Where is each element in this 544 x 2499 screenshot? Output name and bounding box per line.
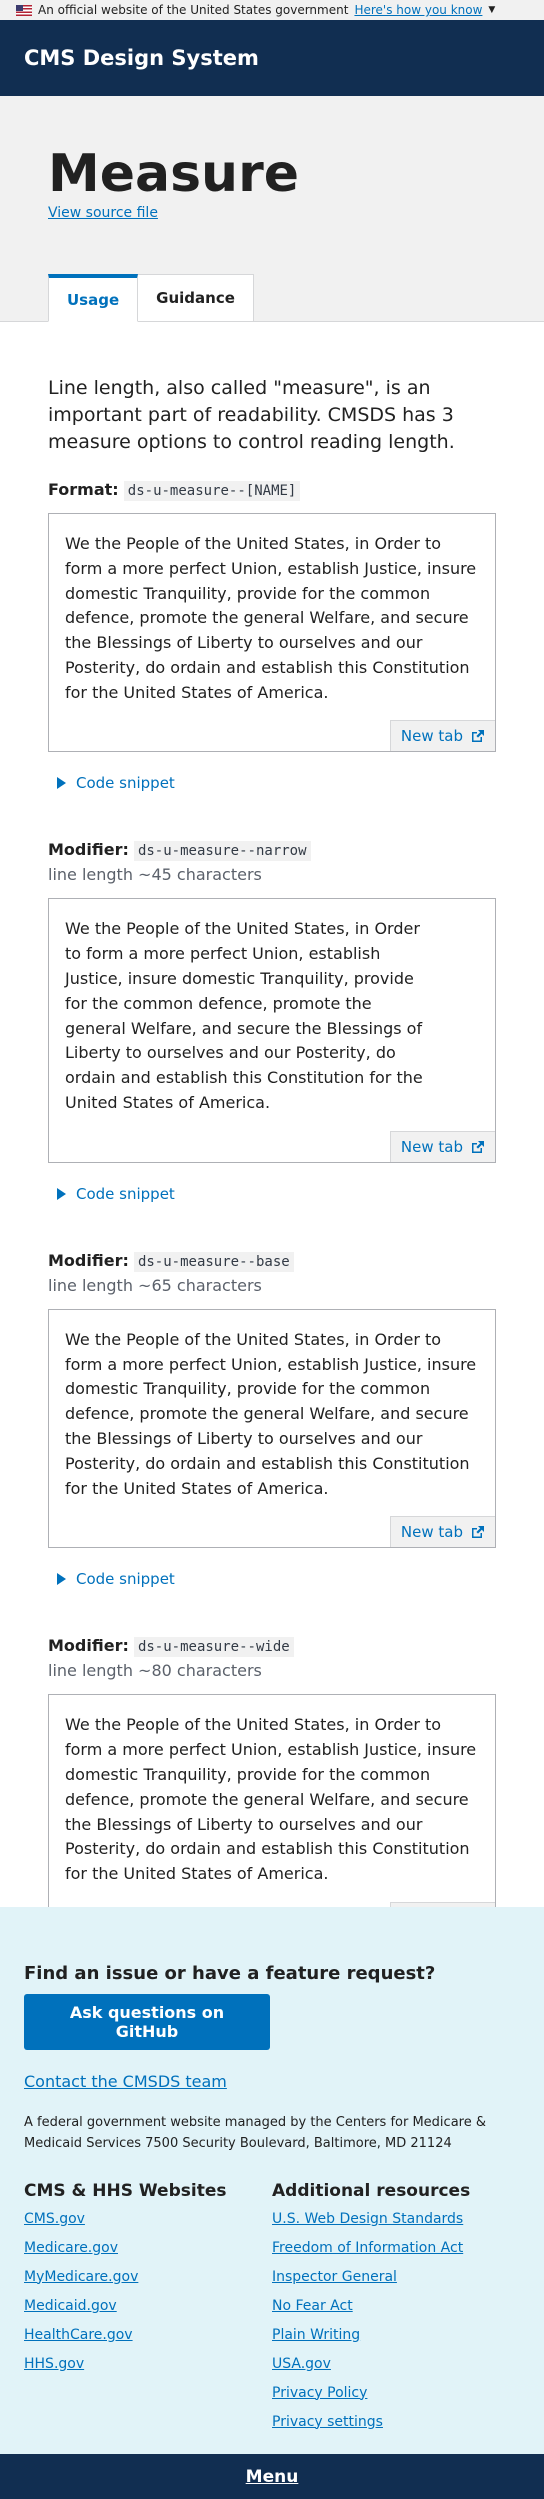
footer-link-inspector-general[interactable]: Inspector General bbox=[272, 2269, 520, 2285]
menu-bar[interactable]: Menu bbox=[0, 2454, 544, 2499]
page-hero: Measure View source file Usage Guidance bbox=[0, 96, 544, 322]
new-tab-button[interactable]: New tab bbox=[389, 1516, 495, 1548]
example-default: We the People of the United States, in O… bbox=[48, 512, 496, 753]
code-snippet-label: Code snippet bbox=[76, 1184, 175, 1203]
page-tabs: Usage Guidance bbox=[48, 274, 254, 322]
footer-link-healthcare[interactable]: HealthCare.gov bbox=[24, 2327, 272, 2343]
example-text: We the People of the United States, in O… bbox=[65, 1715, 477, 1884]
footer-link-foia[interactable]: Freedom of Information Act bbox=[272, 2240, 520, 2256]
footer-link-plain-writing[interactable]: Plain Writing bbox=[272, 2327, 520, 2343]
modifier-label: Modifier: bbox=[48, 1250, 129, 1270]
code-snippet-label: Code snippet bbox=[76, 774, 175, 793]
cms-hhs-title: CMS & HHS Websites bbox=[24, 2180, 227, 2201]
format-line: Format: ds-u-measure--[NAME] bbox=[48, 479, 496, 501]
page-title: Measure bbox=[48, 144, 299, 204]
footer-link-hhs[interactable]: HHS.gov bbox=[24, 2356, 272, 2372]
new-tab-label: New tab bbox=[400, 1137, 463, 1156]
format-code: ds-u-measure--[NAME] bbox=[123, 480, 301, 501]
triangle-right-icon bbox=[57, 777, 66, 790]
modifier-wide: Modifier: ds-u-measure--wide bbox=[48, 1636, 496, 1658]
chevron-down-icon: ▼ bbox=[488, 5, 496, 15]
footer-link-usa-gov[interactable]: USA.gov bbox=[272, 2356, 520, 2372]
site-title-link[interactable]: CMS Design System bbox=[24, 46, 259, 70]
external-link-icon bbox=[472, 730, 484, 743]
new-tab-label: New tab bbox=[400, 1523, 463, 1542]
new-tab-label: New tab bbox=[400, 727, 463, 746]
footer-heading: Find an issue or have a feature request? bbox=[24, 1963, 436, 1984]
modifier-narrow: Modifier: ds-u-measure--narrow bbox=[48, 840, 496, 862]
code-snippet-label: Code snippet bbox=[76, 1570, 175, 1589]
footer-link-cms[interactable]: CMS.gov bbox=[24, 2211, 272, 2227]
footer-columns: CMS & HHS Websites CMS.gov Medicare.gov … bbox=[24, 2181, 520, 2443]
gov-banner: An official website of the United States… bbox=[0, 0, 544, 20]
modifier-code: ds-u-measure--wide bbox=[133, 1637, 294, 1658]
footer-link-privacy-policy[interactable]: Privacy Policy bbox=[272, 2385, 520, 2401]
modifier-note: line length ~45 characters bbox=[48, 865, 262, 885]
example-text: We the People of the United States, in O… bbox=[65, 919, 423, 1113]
heres-how-you-know-link[interactable]: Here's how you know bbox=[354, 3, 482, 17]
triangle-right-icon bbox=[57, 1573, 66, 1586]
footer-link-uswds[interactable]: U.S. Web Design Standards bbox=[272, 2211, 520, 2227]
footer-link-mymedicare[interactable]: MyMedicare.gov bbox=[24, 2269, 272, 2285]
new-tab-button[interactable]: New tab bbox=[389, 1130, 495, 1162]
external-link-icon bbox=[472, 1140, 484, 1153]
code-snippet-toggle[interactable]: Code snippet bbox=[48, 1185, 496, 1203]
modifier-label: Modifier: bbox=[48, 1636, 129, 1656]
view-source-link[interactable]: View source file bbox=[48, 205, 158, 221]
modifier-note: line length ~65 characters bbox=[48, 1275, 262, 1295]
footer-link-medicare[interactable]: Medicare.gov bbox=[24, 2240, 272, 2256]
example-text: We the People of the United States, in O… bbox=[65, 1329, 477, 1498]
triangle-right-icon bbox=[57, 1187, 66, 1200]
intro-text: Line length, also called "measure", is a… bbox=[48, 377, 455, 453]
federal-text: A federal government website managed by … bbox=[24, 2115, 486, 2151]
tab-usage[interactable]: Usage bbox=[48, 274, 139, 322]
code-snippet-toggle[interactable]: Code snippet bbox=[48, 1570, 496, 1588]
main-content: Line length, also called "measure", is a… bbox=[0, 322, 544, 1974]
contact-link[interactable]: Contact the CMSDS team bbox=[24, 2072, 520, 2091]
new-tab-button[interactable]: New tab bbox=[389, 720, 495, 752]
modifier-code: ds-u-measure--narrow bbox=[133, 841, 311, 862]
resources-column: Additional resources U.S. Web Design Sta… bbox=[272, 2181, 520, 2443]
modifier-note: line length ~80 characters bbox=[48, 1661, 262, 1681]
us-flag-icon bbox=[16, 4, 32, 16]
menu-button[interactable]: Menu bbox=[246, 2467, 299, 2487]
site-header: CMS Design System bbox=[0, 20, 544, 96]
tab-guidance[interactable]: Guidance bbox=[138, 274, 254, 322]
external-link-icon bbox=[472, 1526, 484, 1539]
modifier-label: Modifier: bbox=[48, 840, 129, 860]
modifier-base: Modifier: ds-u-measure--base bbox=[48, 1250, 496, 1272]
example-text: We the People of the United States, in O… bbox=[65, 533, 477, 702]
gov-banner-text: An official website of the United States… bbox=[38, 3, 349, 17]
example-wide: We the People of the United States, in O… bbox=[48, 1694, 496, 1935]
footer-link-privacy-settings[interactable]: Privacy settings bbox=[272, 2414, 520, 2430]
site-footer: Find an issue or have a feature request?… bbox=[0, 1907, 544, 2454]
footer-link-medicaid[interactable]: Medicaid.gov bbox=[24, 2298, 272, 2314]
code-snippet-toggle[interactable]: Code snippet bbox=[48, 774, 496, 792]
github-button[interactable]: Ask questions on GitHub bbox=[24, 1994, 270, 2050]
footer-link-no-fear-act[interactable]: No Fear Act bbox=[272, 2298, 520, 2314]
example-base: We the People of the United States, in O… bbox=[48, 1308, 496, 1549]
modifier-code: ds-u-measure--base bbox=[133, 1251, 294, 1272]
resources-title: Additional resources bbox=[272, 2180, 471, 2201]
format-label: Format: bbox=[48, 479, 119, 499]
example-narrow: We the People of the United States, in O… bbox=[48, 898, 496, 1163]
cms-hhs-column: CMS & HHS Websites CMS.gov Medicare.gov … bbox=[24, 2181, 272, 2443]
